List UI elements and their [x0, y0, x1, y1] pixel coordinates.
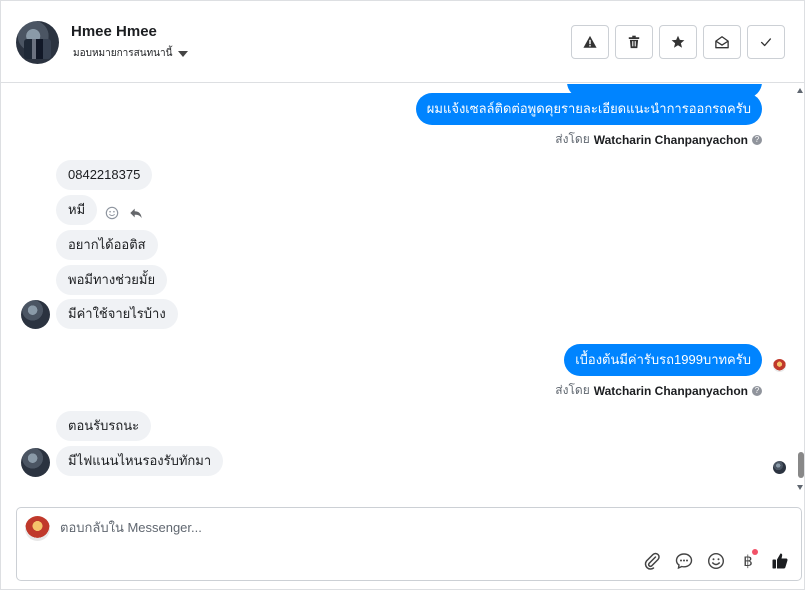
baht-icon: ฿ — [743, 553, 753, 570]
sent-by-prefix: ส่งโดย — [555, 132, 590, 146]
notification-dot — [752, 549, 758, 555]
contact-avatar[interactable] — [16, 21, 59, 64]
sent-by-label: ส่งโดย Watcharin Chanpanyachon ? — [555, 381, 762, 400]
scrollbar-thumb[interactable] — [798, 452, 804, 478]
trash-icon — [628, 35, 640, 49]
envelope-open-icon — [715, 36, 729, 49]
sent-by-name: Watcharin Chanpanyachon — [593, 383, 748, 398]
payment-baht-button[interactable]: ฿ — [739, 549, 758, 570]
contact-name[interactable]: Hmee Hmee — [71, 23, 157, 40]
sent-by-name: Watcharin Chanpanyachon — [593, 132, 748, 147]
conversation-panel: Hmee Hmee มอบหมายการสนทนานี้ ผมแจ้งเซลล์… — [0, 0, 805, 590]
seen-avatar — [773, 359, 786, 372]
caret-down-icon — [178, 50, 189, 57]
message-bubble-incoming[interactable]: อยากได้ออติส — [56, 230, 158, 260]
sent-by-prefix: ส่งโดย — [555, 383, 590, 397]
mark-unread-button[interactable] — [703, 25, 741, 59]
scroll-down-arrow-icon[interactable] — [797, 485, 803, 490]
message-bubble-incoming[interactable]: มีไฟแนนไหนรองรับทักมา — [56, 446, 224, 476]
composer-tools: ฿ — [643, 549, 789, 570]
reply-composer: ฿ — [16, 507, 802, 581]
seen-avatar — [773, 461, 786, 474]
message-bubble-outgoing[interactable]: เบื้องต้นมีค่ารับรถ1999บาทครับ — [564, 344, 762, 376]
conversation-header: Hmee Hmee มอบหมายการสนทนานี้ — [1, 1, 805, 83]
assign-label: มอบหมายการสนทนานี้ — [73, 48, 173, 59]
message-bubble-incoming[interactable]: มีค่าใช้จายไรบ้าง — [56, 299, 178, 329]
emoji-react-icon[interactable] — [105, 206, 119, 220]
message-bubble-incoming[interactable]: พอมีทางช่วยมั้ย — [56, 265, 168, 295]
message-actions — [105, 206, 143, 220]
contact-avatar-small — [21, 300, 50, 329]
message-bubble-outgoing[interactable]: ผมแจ้งเซลล์ติดต่อพูดคุยรายละเอียดแนะนำกา… — [415, 93, 762, 125]
warning-icon — [583, 35, 597, 48]
page-avatar — [25, 516, 50, 541]
spam-button[interactable] — [571, 25, 609, 59]
like-icon[interactable] — [771, 552, 789, 570]
help-icon[interactable]: ? — [752, 385, 762, 396]
delete-button[interactable] — [615, 25, 653, 59]
header-actions — [571, 25, 785, 59]
star-button[interactable] — [659, 25, 697, 59]
scroll-up-arrow-icon[interactable] — [797, 88, 803, 93]
emoji-icon[interactable] — [707, 552, 725, 570]
sent-by-label: ส่งโดย Watcharin Chanpanyachon ? — [555, 130, 762, 149]
attachment-icon[interactable] — [643, 552, 661, 570]
message-bubble-incoming[interactable]: หมี — [56, 195, 98, 225]
message-thread[interactable]: ผมแจ้งเซลล์ติดต่อพูดคุยรายละเอียดแนะนำกา… — [1, 84, 797, 499]
help-icon[interactable]: ? — [752, 134, 762, 145]
message-bubble-incoming[interactable]: 0842218375 — [56, 160, 153, 190]
assign-conversation-dropdown[interactable]: มอบหมายการสนทนานี้ — [73, 46, 189, 61]
contact-avatar-small — [21, 448, 50, 477]
saved-reply-icon[interactable] — [675, 552, 693, 570]
checkmark-icon — [760, 38, 772, 47]
reply-input[interactable] — [60, 520, 660, 535]
reply-icon[interactable] — [129, 206, 143, 220]
star-icon — [671, 35, 685, 48]
mark-done-button[interactable] — [747, 25, 785, 59]
message-bubble-incoming[interactable]: ตอนรับรถนะ — [56, 411, 152, 441]
